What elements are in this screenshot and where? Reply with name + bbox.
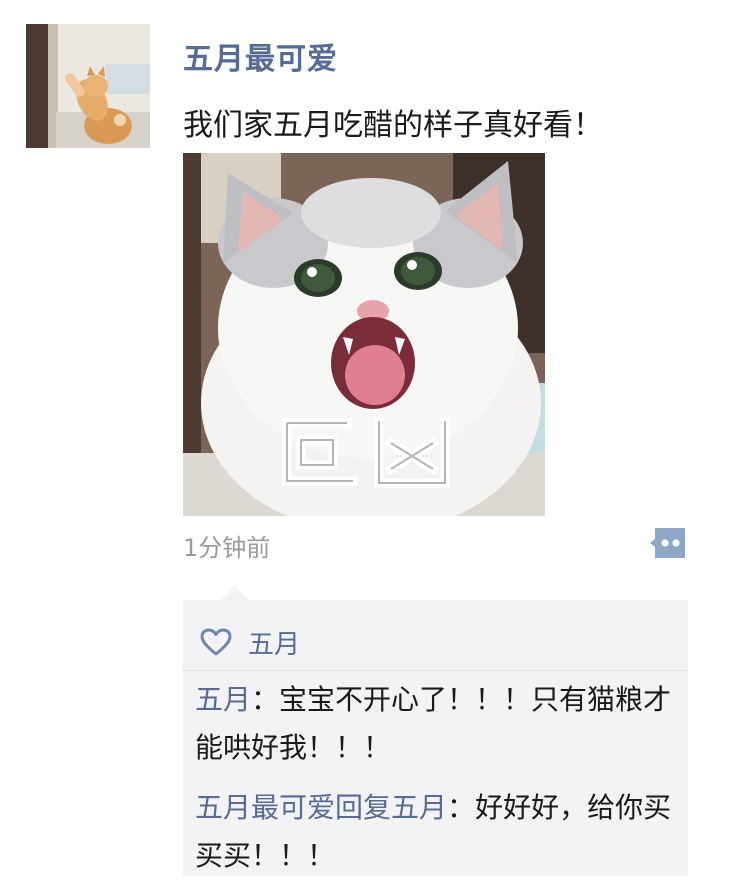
comment-box-caret [221, 586, 249, 600]
like-user-name[interactable]: 五月 [248, 624, 300, 661]
comment-separator: ： [251, 683, 280, 716]
post-image[interactable] [183, 153, 545, 516]
more-dots-icon [650, 528, 685, 558]
avatar-cat-image [26, 24, 150, 148]
heart-icon [200, 628, 232, 656]
reply-to-name[interactable]: 五月 [391, 791, 447, 824]
comment-item[interactable]: 五月：宝宝不开心了！！！只有猫粮才能哄好我！！！ [195, 676, 679, 772]
comment-separator: ： [447, 791, 476, 824]
post-username[interactable]: 五月最可爱 [183, 34, 338, 78]
comment-author[interactable]: 五月最可爱 [195, 791, 335, 824]
likes-row: 五月 [200, 622, 300, 662]
post-text: 我们家五月吃醋的样子真好看！ [183, 108, 603, 143]
more-dots-button[interactable] [649, 526, 687, 560]
comment-item[interactable]: 五月最可爱回复五月：好好好，给你买买买！！！ [195, 784, 679, 880]
avatar[interactable] [26, 24, 150, 148]
comment-author[interactable]: 五月 [195, 683, 251, 716]
reply-word: 回复 [335, 791, 392, 824]
divider [183, 670, 688, 671]
post-time: 1分钟前 [183, 534, 271, 562]
angry-cat-photo [183, 153, 545, 516]
